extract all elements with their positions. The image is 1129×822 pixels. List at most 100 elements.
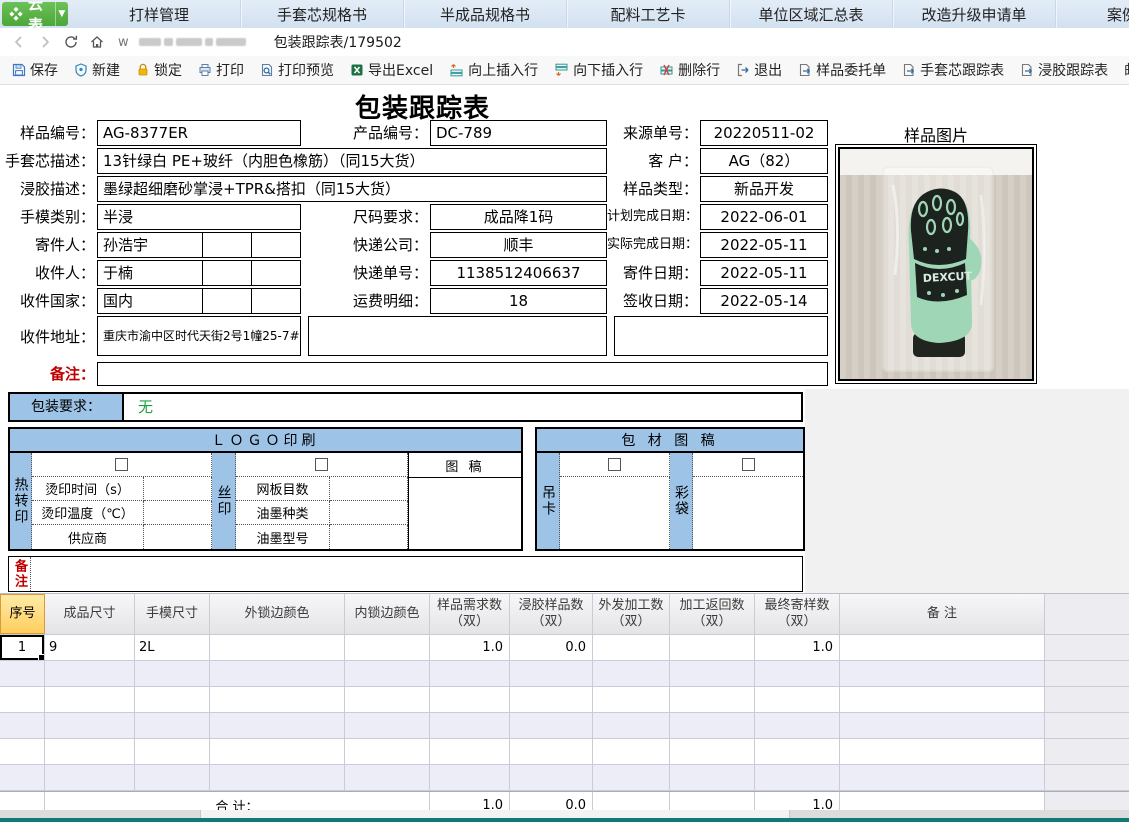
grid-cell-demand[interactable] — [430, 687, 510, 712]
color-bag-draft-area[interactable] — [693, 477, 803, 549]
hang-card-draft-area[interactable] — [560, 477, 670, 549]
freight-field[interactable]: 18 — [430, 288, 607, 314]
grid-cell-final[interactable] — [755, 687, 840, 712]
grid-cell-remark[interactable] — [840, 739, 1045, 764]
grid-cell-remark[interactable] — [840, 687, 1045, 712]
tracking-no-field[interactable]: 1138512406637 — [430, 260, 607, 286]
grid-cell-demand[interactable]: 1.0 — [430, 635, 510, 660]
app-logo-button[interactable]: 云表 ▼ — [2, 2, 68, 26]
grid-cell-final[interactable]: 1.0 — [755, 635, 840, 660]
receiver-field[interactable]: 于楠 — [97, 260, 203, 286]
sender-field-2[interactable] — [202, 232, 252, 258]
sign-date-field[interactable]: 2022-05-14 — [700, 288, 828, 314]
sample-no-field[interactable]: AG-8377ER — [97, 120, 301, 146]
menu-tab-1[interactable]: 打样管理 — [78, 0, 241, 28]
home-icon[interactable] — [84, 32, 110, 52]
grid-cell-final[interactable] — [755, 661, 840, 686]
grid-cell-inner_color[interactable] — [345, 635, 430, 660]
toolbar-button-14[interactable]: 邮寄信息 — [1116, 58, 1129, 82]
grid-cell-final[interactable] — [755, 713, 840, 738]
toolbar-button-9[interactable]: 删除行 — [651, 58, 728, 82]
grid-cell-seq[interactable] — [0, 661, 45, 686]
grid-cell-remark[interactable] — [840, 765, 1045, 790]
grid-cell-inner_color[interactable] — [345, 661, 430, 686]
grid-cell-dipped[interactable] — [510, 661, 593, 686]
grid-cell-returned[interactable] — [670, 765, 755, 790]
silk-row3-value[interactable] — [330, 525, 408, 549]
grid-cell-demand[interactable] — [430, 713, 510, 738]
toolbar-button-5[interactable]: 打印预览 — [252, 58, 342, 82]
grid-cell-outer_color[interactable] — [210, 687, 345, 712]
grid-cell-inner_color[interactable] — [345, 713, 430, 738]
actual-date-field[interactable]: 2022-05-11 — [700, 232, 828, 258]
size-req-field[interactable]: 成品降1码 — [430, 204, 607, 230]
menu-tab-4[interactable]: 配料工艺卡 — [567, 0, 730, 28]
grid-cell-demand[interactable] — [430, 661, 510, 686]
grid-cell-mold_size[interactable] — [135, 765, 210, 790]
grid-cell-finished_size[interactable]: 9 — [45, 635, 135, 660]
grid-cell-dipped[interactable] — [510, 765, 593, 790]
country-field-3[interactable] — [251, 288, 301, 314]
product-no-field[interactable]: DC-789 — [430, 120, 607, 146]
grid-cell-dipped[interactable] — [510, 739, 593, 764]
grid-cell-remark[interactable] — [840, 713, 1045, 738]
grid-cell-returned[interactable] — [670, 739, 755, 764]
grid-cell-final[interactable] — [755, 765, 840, 790]
grid-cell-seq[interactable] — [0, 713, 45, 738]
grid-cell-outsourced[interactable] — [593, 635, 670, 660]
scrollbar-thumb[interactable] — [200, 810, 790, 818]
grid-cell-remark[interactable] — [840, 635, 1045, 660]
grid-cell-returned[interactable] — [670, 687, 755, 712]
menu-tab-7[interactable]: 案例分析 — [1056, 0, 1129, 28]
address-field[interactable]: 重庆市渝中区时代天街2号1幢25-7# — [97, 316, 301, 356]
grid-cell-inner_color[interactable] — [345, 739, 430, 764]
silk-row2-value[interactable] — [330, 501, 408, 525]
country-field-2[interactable] — [202, 288, 252, 314]
country-field[interactable]: 国内 — [97, 288, 203, 314]
grid-cell-finished_size[interactable] — [45, 661, 135, 686]
menu-tab-3[interactable]: 半成品规格书 — [404, 0, 567, 28]
back-icon[interactable] — [6, 32, 32, 52]
grid-cell-remark[interactable] — [840, 661, 1045, 686]
sample-type-field[interactable]: 新品开发 — [700, 176, 828, 202]
notes-area[interactable] — [31, 557, 802, 591]
plan-date-field[interactable]: 2022-06-01 — [700, 204, 828, 230]
silk-print-checkbox[interactable] — [315, 458, 328, 471]
toolbar-button-12[interactable]: 手套芯跟踪表 — [894, 58, 1012, 82]
grid-cell-outer_color[interactable] — [210, 713, 345, 738]
heat-row3-value[interactable] — [144, 525, 212, 549]
grid-cell-outer_color[interactable] — [210, 635, 345, 660]
grid-cell-outsourced[interactable] — [593, 765, 670, 790]
grid-cell-dipped[interactable]: 0.0 — [510, 635, 593, 660]
logo-dropdown-caret-icon[interactable]: ▼ — [55, 2, 68, 26]
grid-cell-returned[interactable] — [670, 635, 755, 660]
grid-cell-demand[interactable] — [430, 765, 510, 790]
menu-tab-6[interactable]: 改造升级申请单 — [893, 0, 1056, 28]
grid-cell-dipped[interactable] — [510, 687, 593, 712]
grid-cell-mold_size[interactable]: 2L — [135, 635, 210, 660]
grid-cell-demand[interactable] — [430, 739, 510, 764]
toolbar-button-4[interactable]: 打印 — [190, 58, 252, 82]
toolbar-button-2[interactable]: 新建 — [66, 58, 128, 82]
send-date-field[interactable]: 2022-05-11 — [700, 260, 828, 286]
grid-cell-returned[interactable] — [670, 661, 755, 686]
toolbar-button-10[interactable]: 退出 — [728, 58, 790, 82]
heat-row2-value[interactable] — [144, 501, 212, 525]
mold-type-field[interactable]: 半浸 — [97, 204, 301, 230]
grid-cell-finished_size[interactable] — [45, 687, 135, 712]
customer-field[interactable]: AG（82） — [700, 148, 828, 174]
menu-tab-2[interactable]: 手套芯规格书 — [241, 0, 404, 28]
grid-cell-seq[interactable] — [0, 765, 45, 790]
grid-cell-finished_size[interactable] — [45, 765, 135, 790]
address-field-2[interactable] — [308, 316, 607, 356]
form-remark-field[interactable] — [97, 362, 828, 386]
silk-row1-value[interactable] — [330, 477, 408, 501]
heat-transfer-checkbox[interactable] — [115, 458, 128, 471]
toolbar-button-7[interactable]: 向上插入行 — [441, 58, 546, 82]
address-field-3[interactable] — [614, 316, 828, 356]
courier-field[interactable]: 顺丰 — [430, 232, 607, 258]
sender-field[interactable]: 孙浩宇 — [97, 232, 203, 258]
grid-cell-returned[interactable] — [670, 713, 755, 738]
toolbar-button-3[interactable]: 锁定 — [128, 58, 190, 82]
receiver-field-3[interactable] — [251, 260, 301, 286]
